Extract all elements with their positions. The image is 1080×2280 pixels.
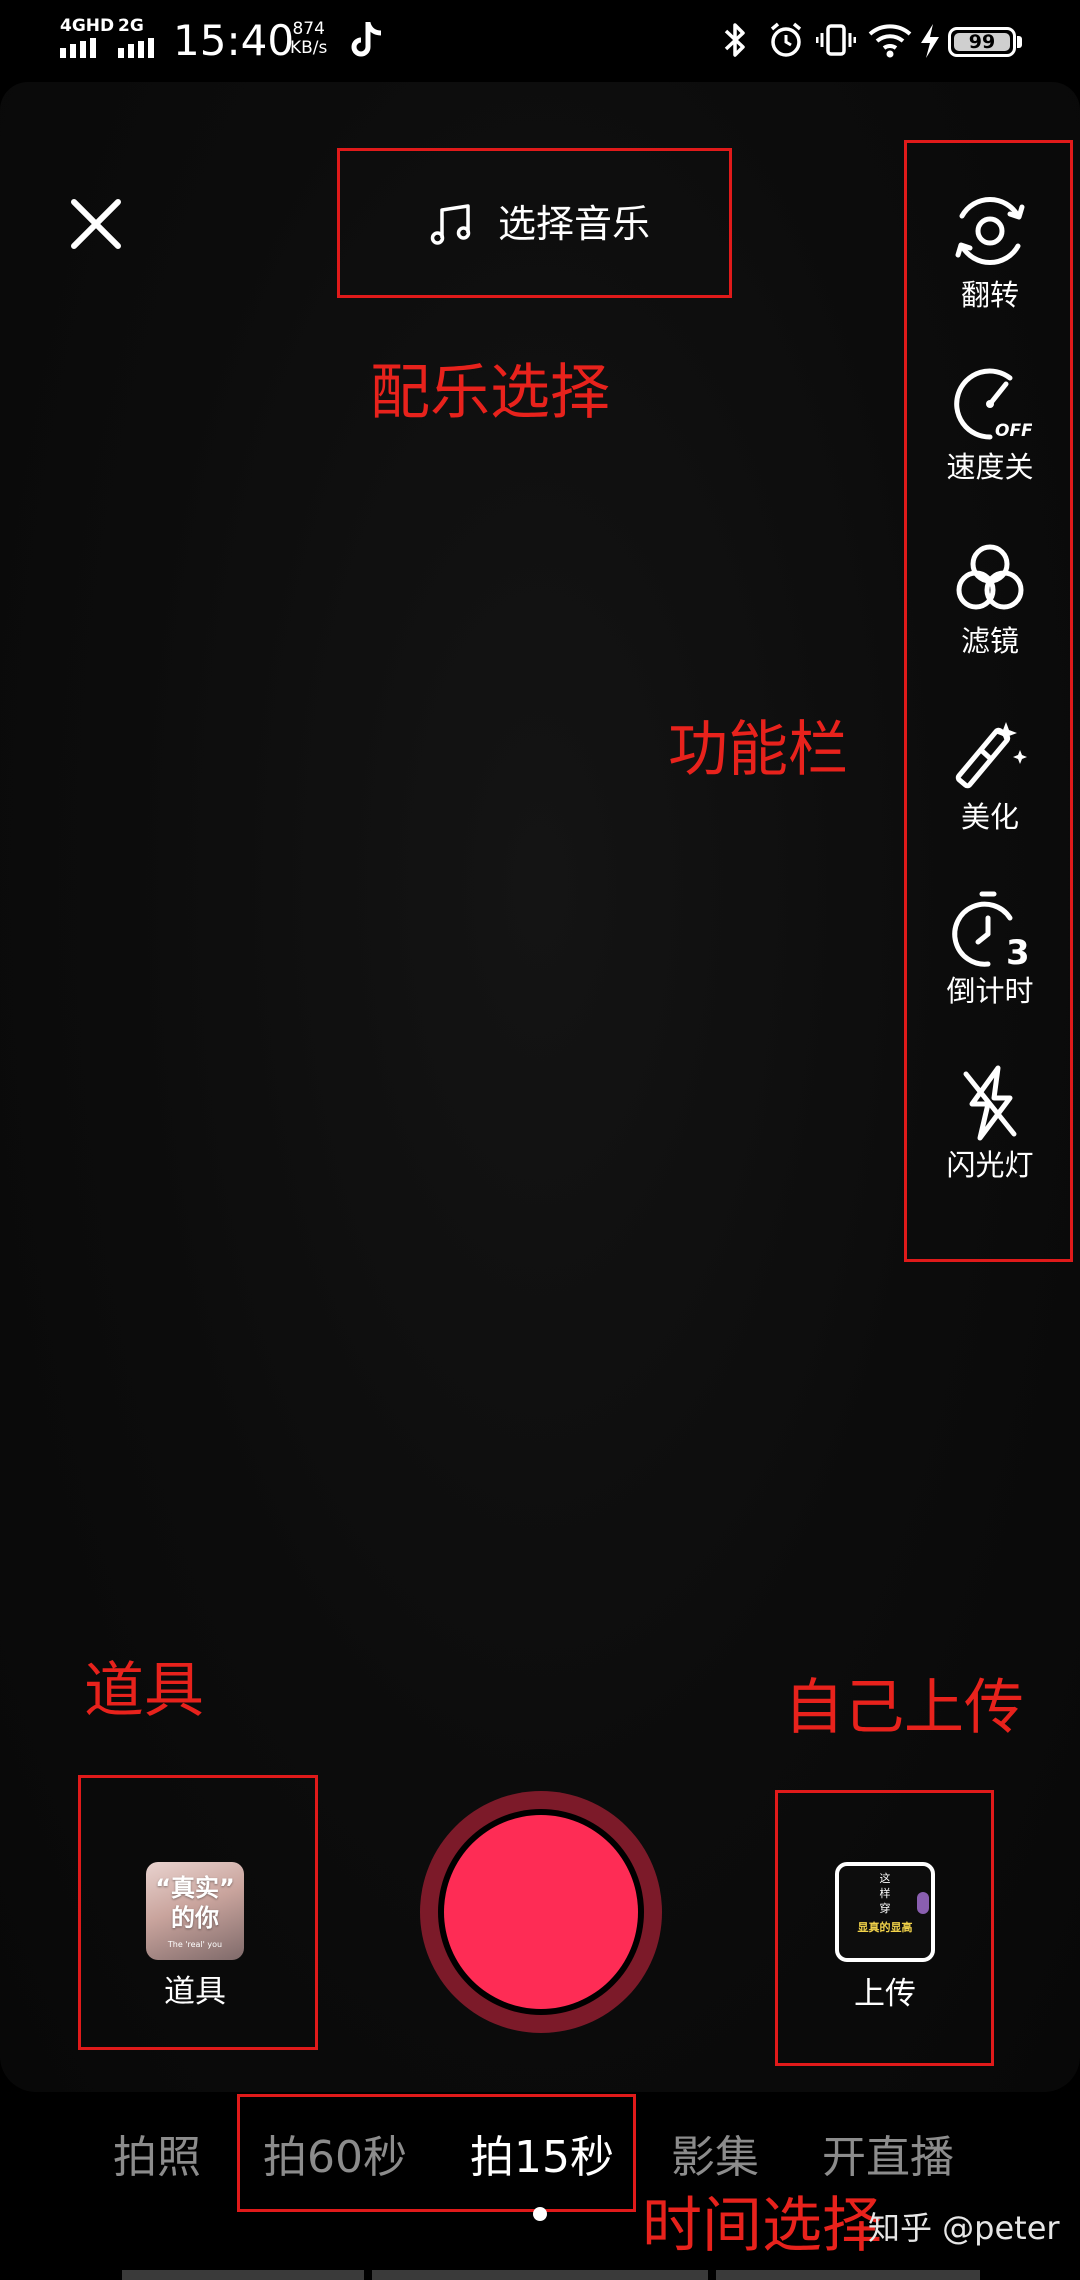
upload-thumb-figure [917, 1892, 929, 1914]
battery-level: 99 [954, 33, 1010, 52]
signal-icon-2 [118, 38, 160, 62]
charging-icon [918, 22, 942, 64]
sidebar-item-label: 翻转 [960, 278, 1019, 312]
sidebar-item-label: 滤镜 [960, 624, 1019, 658]
beauty-wand-icon [955, 722, 1027, 789]
filter-icon [956, 544, 1024, 610]
select-music-button[interactable]: 选择音乐 [428, 196, 650, 252]
upload-thumb-line-1: 这 [879, 1872, 891, 1885]
annotation-props: 道具 [84, 1656, 204, 1726]
bottom-strip-3 [716, 2270, 980, 2280]
watermark: 知乎 @peter [868, 2209, 1060, 2247]
sidebar-item-label: 闪光灯 [946, 1148, 1034, 1182]
signal-icon [60, 38, 102, 62]
sidebar-item-label: 倒计时 [946, 974, 1034, 1008]
bottom-strip-1 [122, 2270, 364, 2280]
props-label: 道具 [164, 1974, 226, 2010]
speed-off-icon: OFF [954, 368, 1032, 441]
record-button[interactable] [420, 1791, 662, 2033]
mode-live[interactable]: 开直播 [822, 2130, 954, 2186]
close-icon [71, 199, 121, 249]
sidebar-item-speed[interactable]: OFF 速度关 [910, 364, 1070, 484]
annotation-toolbar: 功能栏 [668, 715, 848, 785]
battery-icon: 99 [948, 27, 1016, 57]
mode-60s[interactable]: 拍60秒 [263, 2130, 407, 2186]
close-button[interactable] [66, 194, 126, 258]
record-button-core [444, 1815, 638, 2009]
bottom-strip-2 [372, 2270, 708, 2280]
bluetooth-icon [722, 20, 748, 64]
clock: 15:40 [173, 16, 295, 65]
network-type-1: 4GHD [60, 16, 115, 36]
status-bar: 4GHD 2G 15:40 874 KB/s 99 [0, 0, 1080, 82]
wifi-icon [866, 20, 914, 64]
select-music-label: 选择音乐 [498, 202, 651, 246]
speed-value: 874 [292, 19, 325, 39]
sidebar-item-label: 速度关 [946, 450, 1034, 484]
props-button[interactable]: “真实” 的你 The 'real' you 道具 [130, 1862, 260, 2012]
music-note-icon [430, 204, 471, 245]
selected-mode-dot [533, 2207, 547, 2221]
upload-label: 上传 [854, 1976, 916, 2012]
speed-off-glyph: OFF [995, 421, 1032, 441]
battery-nub [1017, 36, 1022, 48]
speed-unit: KB/s [290, 38, 328, 58]
mode-15s[interactable]: 拍15秒 [470, 2130, 614, 2186]
mode-album[interactable]: 影集 [671, 2130, 759, 2186]
network-type-2: 2G [118, 16, 144, 36]
sidebar-item-timer[interactable]: 3 倒计时 [910, 888, 1070, 1008]
annotation-upload: 自己上传 [784, 1673, 1024, 1743]
props-thumb-line-1: “真实” [155, 1874, 235, 1902]
timer-3-glyph: 3 [1006, 933, 1030, 968]
tiktok-icon [348, 20, 384, 64]
sidebar-item-beauty[interactable]: 美化 [910, 716, 1070, 834]
sidebar-item-label: 美化 [960, 800, 1019, 834]
annotation-duration: 时间选择 [642, 2191, 882, 2261]
upload-button[interactable]: 这 样 穿 显真的显高 上传 [820, 1862, 950, 2014]
flip-camera-icon [955, 197, 1025, 265]
annotation-music: 配乐选择 [370, 358, 610, 428]
network-speed: 874 KB/s [290, 20, 327, 58]
vibrate-icon [815, 20, 857, 64]
sidebar-item-filter[interactable]: 滤镜 [910, 540, 1070, 658]
flash-off-icon [963, 1065, 1017, 1141]
props-thumbnail: “真实” 的你 The 'real' you [146, 1862, 244, 1960]
mode-photo[interactable]: 拍照 [113, 2130, 201, 2186]
upload-thumbnail: 这 样 穿 显真的显高 [835, 1862, 935, 1962]
upload-thumb-line-4: 显真的显高 [857, 1921, 913, 1934]
props-thumb-line-2: 的你 [171, 1904, 219, 1932]
sidebar-item-flip[interactable]: 翻转 [910, 190, 1070, 312]
timer-3-icon: 3 [952, 891, 1030, 968]
sidebar-item-flash[interactable]: 闪光灯 [910, 1064, 1070, 1182]
alarm-icon [766, 20, 806, 64]
props-thumb-caption: The 'real' you [167, 1940, 223, 1949]
